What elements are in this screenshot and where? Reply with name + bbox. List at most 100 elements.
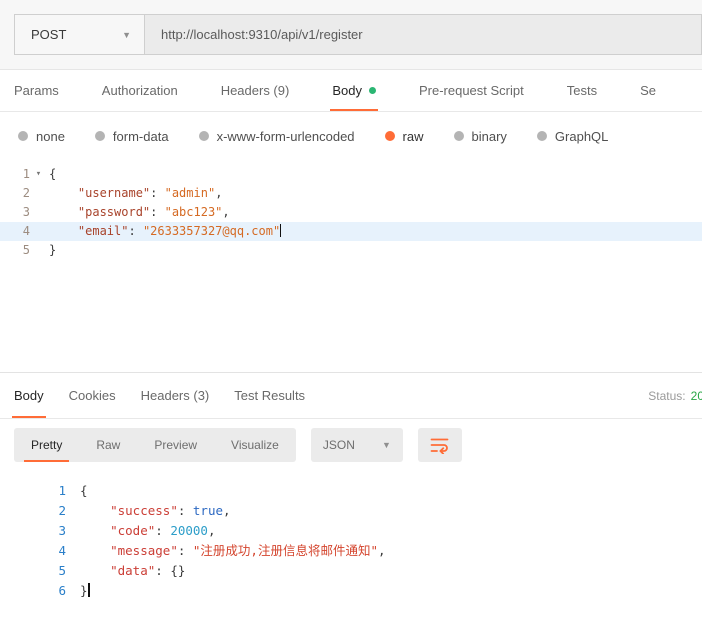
code-text: "code": 20000,	[66, 521, 215, 541]
radio-label: raw	[402, 128, 424, 144]
url-input[interactable]: http://localhost:9310/api/v1/register	[145, 14, 702, 55]
code-line-4[interactable]: 4 "message": "注册成功,注册信息将邮件通知",	[0, 541, 702, 561]
response-tab-body[interactable]: Body	[12, 373, 46, 418]
view-tab-pretty[interactable]: Pretty	[14, 428, 79, 462]
format-select[interactable]: JSON ▼	[310, 428, 403, 462]
body-indicator-dot	[368, 87, 376, 94]
token-str: "admin"	[164, 186, 216, 200]
line-number: 2	[58, 503, 66, 518]
code-text: }	[47, 241, 56, 260]
tab-settings-truncated[interactable]: Se	[640, 70, 656, 111]
line-number: 5	[58, 563, 66, 578]
radio-raw[interactable]: raw	[384, 128, 424, 144]
response-tab-test-results[interactable]: Test Results	[234, 373, 305, 418]
token-key: "success"	[110, 503, 178, 518]
code-line-2[interactable]: 2 "success": true,	[0, 501, 702, 521]
code-line-2[interactable]: 2 "username": "admin",	[0, 184, 702, 203]
token-ws	[49, 186, 78, 200]
chevron-down-icon: ▼	[122, 29, 131, 40]
line-number: 3	[22, 205, 30, 219]
line-number: 1	[58, 483, 66, 498]
tab-authorization[interactable]: Authorization	[102, 70, 178, 111]
code-text: }	[66, 581, 90, 601]
response-tab-headers[interactable]: Headers (3)	[141, 373, 210, 418]
radio-binary[interactable]: binary	[453, 129, 507, 144]
request-body-editor[interactable]: 1 ▾{2 "username": "admin", 3 "password": "…	[0, 160, 702, 372]
view-tab-raw[interactable]: Raw	[79, 428, 137, 462]
radio-dot-icon	[18, 131, 28, 141]
token-str: "abc123"	[164, 205, 223, 219]
tab-params[interactable]: Params	[14, 70, 59, 111]
code-line-3[interactable]: 3 "password": "abc123",	[0, 203, 702, 222]
line-number: 4	[58, 543, 66, 558]
token-ws	[80, 503, 110, 518]
radio-form-data[interactable]: form-data	[94, 129, 169, 144]
response-tab-cookies[interactable]: Cookies	[69, 373, 116, 418]
token-p: }	[49, 243, 57, 257]
token-num: 20000	[170, 523, 208, 538]
tab-pre-request-script[interactable]: Pre-request Script	[419, 70, 524, 111]
token-ws	[80, 543, 110, 558]
tab-label: Params	[14, 83, 59, 98]
code-line-3[interactable]: 3 "code": 20000,	[0, 521, 702, 541]
line-number: 4	[22, 224, 30, 238]
radio-x-www-form-urlencoded[interactable]: x-www-form-urlencoded	[198, 129, 355, 144]
token-key: "data"	[110, 563, 156, 578]
token-p: }	[80, 583, 88, 598]
token-p: :	[177, 503, 193, 518]
view-tab-visualize[interactable]: Visualize	[214, 428, 296, 462]
wrap-lines-icon	[430, 438, 449, 454]
radio-label: none	[36, 128, 65, 144]
token-ws	[49, 205, 78, 219]
tab-label: Body	[332, 83, 362, 98]
response-status: Status: 20	[648, 373, 702, 418]
fold-caret-icon[interactable]: ▾	[30, 165, 47, 184]
code-text: "password": "abc123",	[47, 203, 230, 222]
radio-label: GraphQL	[554, 128, 609, 144]
token-bool: true	[192, 503, 224, 518]
response-toolbar: Pretty Raw Preview Visualize JSON ▼	[0, 419, 702, 471]
view-tab-preview[interactable]: Preview	[137, 428, 214, 462]
line-number: 1	[22, 167, 30, 181]
line-number: 3	[58, 523, 66, 538]
tab-body[interactable]: Body	[330, 70, 378, 111]
response-body-editor[interactable]: 1{2 "success": true, 3 "code": 20000, 4 "m…	[0, 471, 702, 638]
tab-headers[interactable]: Headers (9)	[221, 70, 290, 111]
wrap-lines-button[interactable]	[417, 428, 462, 462]
code-line-4[interactable]: 4 "email": "2633357327@qq.com"	[0, 222, 702, 241]
token-str: "2633357327@qq.com"	[142, 224, 281, 238]
code-line-5[interactable]: 5 "data": {}	[0, 561, 702, 581]
code-line-1[interactable]: 1{	[0, 481, 702, 501]
response-view-group: Pretty Raw Preview Visualize	[14, 428, 296, 462]
token-p: :	[128, 224, 143, 238]
code-line-5[interactable]: 5}	[0, 241, 702, 260]
token-key: "username"	[77, 186, 151, 200]
radio-dot-icon	[94, 131, 105, 141]
tab-label: Authorization	[101, 83, 178, 98]
token-ws	[80, 523, 110, 538]
postman-app: POST ▼ http://localhost:9310/api/v1/regi…	[0, 0, 702, 638]
code-text: "username": "admin",	[47, 184, 223, 203]
tab-tests[interactable]: Tests	[567, 70, 597, 111]
tab-label: Tests	[566, 83, 598, 98]
token-key: "code"	[110, 523, 156, 538]
token-p: {	[49, 167, 57, 181]
token-p: {}	[170, 563, 186, 578]
chevron-down-icon: ▼	[381, 440, 391, 450]
radio-none[interactable]: none	[18, 129, 65, 144]
token-p: {	[80, 483, 88, 498]
tab-label: Cookies	[68, 388, 116, 403]
method-select[interactable]: POST ▼	[14, 14, 145, 55]
tab-label: Body	[14, 388, 44, 403]
radio-graphql[interactable]: GraphQL	[536, 128, 609, 144]
tab-label: Headers (3)	[140, 388, 210, 403]
token-ws	[49, 224, 78, 238]
code-line-6[interactable]: 6}	[0, 581, 702, 601]
tab-label: Headers (9)	[220, 83, 290, 98]
tab-label: Pretty	[31, 438, 63, 452]
method-label: POST	[31, 27, 67, 42]
body-type-selector: none form-data x-www-form-urlencoded raw…	[0, 112, 702, 160]
code-line-1[interactable]: 1 ▾{	[0, 165, 702, 184]
